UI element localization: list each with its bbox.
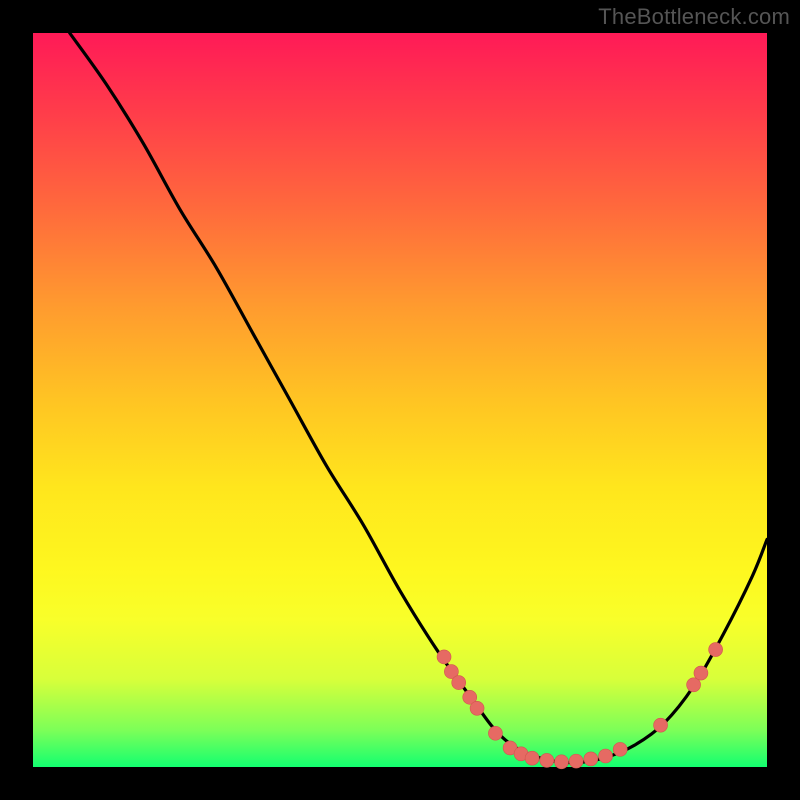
bottleneck-curve (70, 33, 767, 763)
data-marker (613, 742, 627, 756)
data-marker (709, 643, 723, 657)
data-marker (470, 701, 484, 715)
data-marker (452, 676, 466, 690)
data-marker (525, 751, 539, 765)
watermark-text: TheBottleneck.com (598, 4, 790, 30)
data-marker (488, 726, 502, 740)
data-marker (599, 749, 613, 763)
data-marker (654, 718, 668, 732)
data-marker (569, 754, 583, 768)
data-marker (540, 753, 554, 767)
data-marker (694, 666, 708, 680)
data-marker (584, 752, 598, 766)
curve-svg (33, 33, 767, 767)
plot-area (33, 33, 767, 767)
data-marker (554, 755, 568, 769)
data-marker (437, 650, 451, 664)
chart-frame: TheBottleneck.com (0, 0, 800, 800)
